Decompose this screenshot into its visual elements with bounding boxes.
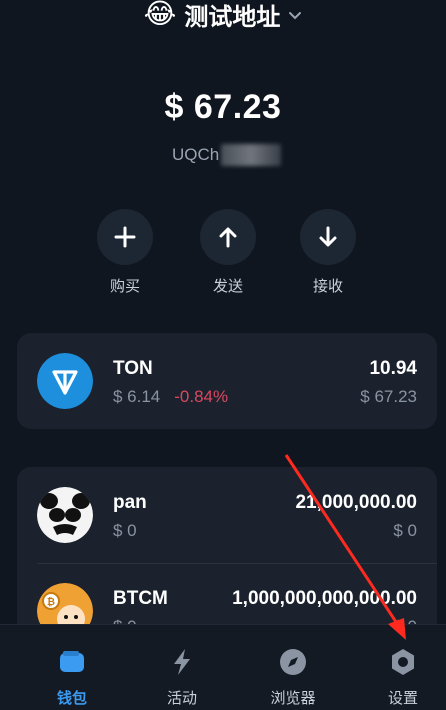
ton-logo-icon [37,353,93,409]
arrow-up-icon[interactable] [200,209,256,265]
settings-icon [363,647,443,677]
tab-wallet[interactable]: 钱包 [32,647,112,708]
tab-label: 活动 [166,690,197,707]
token-price: $ 0 [113,521,137,540]
wallet-emoji-icon: 😂 [143,0,177,29]
token-value: $ 67.23 [360,387,417,406]
address-redacted [221,144,282,166]
token-price-line: $ 6.14 -0.84% [113,387,228,407]
wallet-name[interactable]: 测试地址 [184,0,280,32]
receive-label: 接收 [312,278,343,295]
ton-token-card[interactable]: TON $ 6.14 -0.84% 10.94 $ 67.23 [17,333,437,429]
token-name: pan [113,492,147,513]
plus-icon[interactable] [97,209,153,265]
address-prefix: UQCh [172,145,220,164]
bottom-tab-bar: 钱包 活动 浏览器 设置 [0,624,446,710]
token-name: TON [113,358,153,379]
tab-label: 设置 [387,690,418,707]
token-amount: 1,000,000,000,000.00 [232,588,417,609]
send-button[interactable]: 发送 [200,209,256,296]
svg-text:₿: ₿ [47,596,55,608]
token-row-pan[interactable]: pan $ 0 21,000,000.00 $ 0 [17,467,437,563]
send-label: 发送 [212,278,243,295]
tab-settings[interactable]: 设置 [363,647,443,708]
token-name: BTCM [113,588,168,609]
token-amount: 21,000,000.00 [295,492,417,513]
tab-label: 钱包 [56,690,87,707]
wallet-header[interactable]: 😂 测试地址 [0,0,446,34]
total-balance: $ 67.23 [164,88,282,126]
compass-icon [253,647,333,677]
tab-browser[interactable]: 浏览器 [253,647,333,708]
panda-avatar-icon [37,487,93,543]
arrow-down-icon[interactable] [300,209,356,265]
token-change: -0.84% [174,387,229,406]
lightning-icon [142,647,222,677]
token-value: $ 0 [393,521,417,540]
token-price: $ 6.14 [113,387,161,406]
tab-activity[interactable]: 活动 [142,647,222,708]
wallet-address[interactable]: UQCh [172,144,282,166]
buy-label: 购买 [109,278,140,295]
token-amount: 10.94 [369,358,417,379]
receive-button[interactable]: 接收 [300,209,356,296]
token-row-ton[interactable]: TON $ 6.14 -0.84% 10.94 $ 67.23 [17,333,437,429]
buy-button[interactable]: 购买 [97,209,153,296]
wallet-icon [32,647,112,677]
chevron-down-icon[interactable] [288,8,302,22]
tab-label: 浏览器 [270,690,316,707]
